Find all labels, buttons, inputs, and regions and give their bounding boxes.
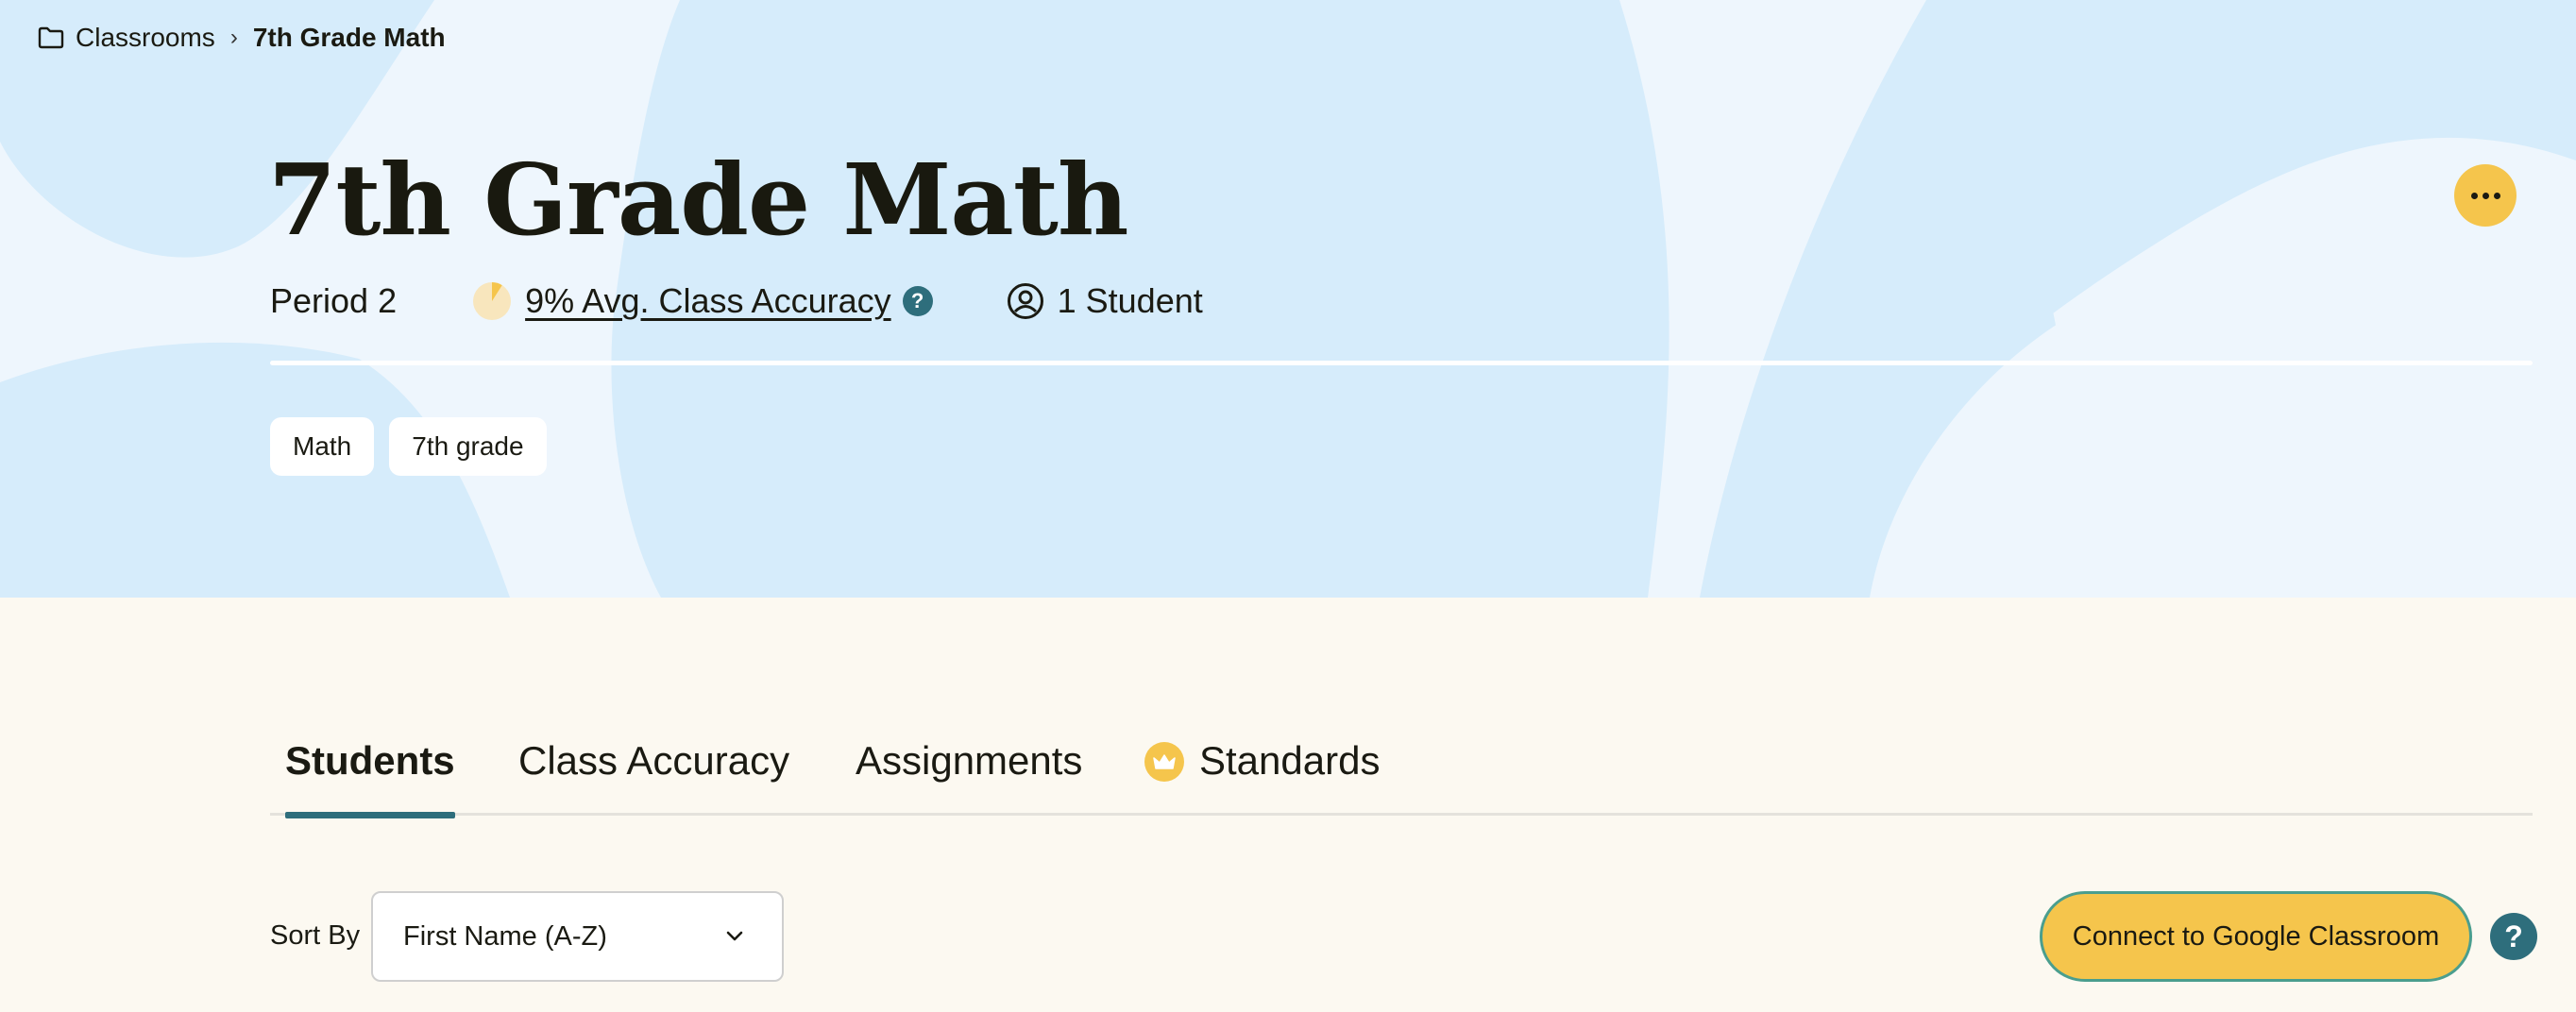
folder-icon <box>38 26 64 49</box>
tab-class-accuracy[interactable]: Class Accuracy <box>518 727 789 816</box>
chevron-down-icon <box>726 931 743 941</box>
page-title: 7th Grade Math <box>268 142 1128 258</box>
tab-label: Students <box>285 738 455 783</box>
avg-accuracy: 9% Avg. Class Accuracy ? <box>472 281 933 321</box>
connect-google-classroom-button[interactable]: Connect to Google Classroom <box>2040 891 2472 982</box>
classroom-tags: Math 7th grade <box>270 417 547 476</box>
tab-label: Assignments <box>856 738 1083 783</box>
user-circle-icon <box>1007 283 1043 319</box>
sort-selected-value: First Name (A-Z) <box>403 920 607 952</box>
connect-google-classroom-label: Connect to Google Classroom <box>2072 920 2440 952</box>
breadcrumb-current: 7th Grade Math <box>252 23 446 52</box>
student-count-label: 1 Student <box>1057 281 1203 320</box>
student-count: 1 Student <box>1007 281 1203 321</box>
classroom-tabs: Students Class Accuracy Assignments Stan… <box>270 727 2533 818</box>
header-divider <box>270 361 2533 365</box>
chevron-right-icon: › <box>229 25 238 50</box>
breadcrumb-classrooms-link[interactable]: Classrooms <box>76 23 215 53</box>
tab-assignments[interactable]: Assignments <box>856 727 1082 816</box>
tag-subject: Math <box>270 417 375 476</box>
breadcrumb: Classrooms › 7th Grade Math <box>38 23 446 53</box>
tag-grade: 7th grade <box>389 417 547 476</box>
avg-accuracy-link[interactable]: 9% Avg. Class Accuracy <box>525 281 891 321</box>
tab-students[interactable]: Students <box>285 727 455 818</box>
tab-label: Class Accuracy <box>518 738 790 783</box>
accuracy-help-icon[interactable]: ? <box>902 286 933 316</box>
class-period: Period 2 <box>270 281 398 320</box>
help-icon[interactable]: ? <box>2490 913 2537 960</box>
classroom-meta: Period 2 9% Avg. Class Accuracy ? 1 Stud… <box>270 281 1203 321</box>
tab-standards[interactable]: Standards <box>1144 727 1380 816</box>
tab-label: Standards <box>1199 738 1381 783</box>
accuracy-pie-icon <box>473 282 512 320</box>
sort-select[interactable]: First Name (A-Z) <box>371 891 784 982</box>
sort-by-label: Sort By <box>270 920 361 951</box>
classroom-header: Classrooms › 7th Grade Math 7th Grade Ma… <box>0 0 2576 598</box>
more-options-button[interactable] <box>2454 164 2517 227</box>
crown-icon <box>1144 742 1184 782</box>
ellipsis-icon <box>2470 192 2500 199</box>
